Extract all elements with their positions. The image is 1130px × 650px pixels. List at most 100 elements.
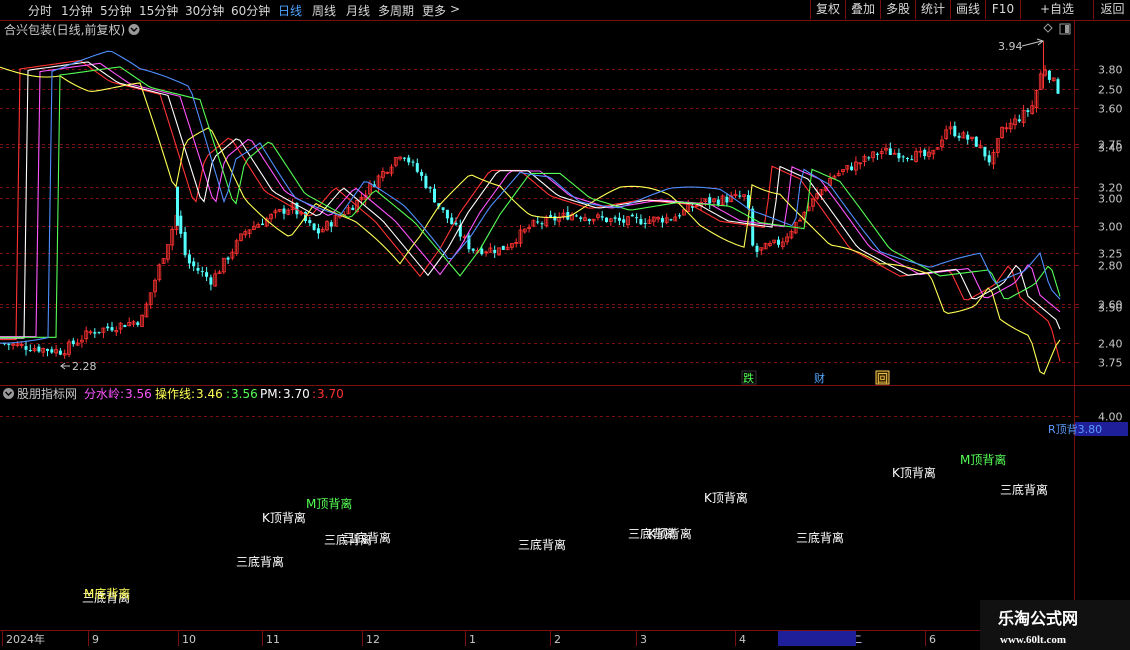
candle-body[interactable] [415,163,419,172]
candle-body[interactable] [261,223,264,226]
candle-body[interactable] [316,228,320,234]
candle-body[interactable] [605,217,608,222]
candle-body[interactable] [587,219,591,222]
indicator-line[interactable] [0,66,1061,338]
candle-body[interactable] [71,340,75,345]
candle-body[interactable] [643,222,647,224]
candle-body[interactable] [639,219,643,225]
candle-body[interactable] [58,350,62,355]
candle-body[interactable] [282,208,286,214]
indicator-lines[interactable] [0,50,1061,375]
marker-cai-text[interactable]: 财 [814,371,825,385]
candle-body[interactable] [888,148,892,155]
candle-body[interactable] [957,135,961,138]
candle-body[interactable] [424,175,428,188]
chevron-down-icon[interactable] [128,24,140,35]
candle-body[interactable] [738,195,742,197]
candle-body[interactable] [540,223,544,225]
candle-body[interactable] [901,156,905,158]
candle-body[interactable] [329,222,333,227]
candle-body[interactable] [445,209,449,219]
candle-body[interactable] [123,325,127,328]
indicator-line[interactable] [0,50,1061,344]
candle-body[interactable] [867,157,871,159]
candle-body[interactable] [1026,110,1030,112]
candle-body[interactable] [923,149,927,157]
candle-body[interactable] [312,223,316,230]
candle-body[interactable] [183,231,187,256]
candle-body[interactable] [106,326,110,329]
stock-chart[interactable]: 3.803.603.403.203.002.802.602.40 4.003.7… [0,0,1130,650]
indicator-line[interactable] [0,61,1061,339]
indicator-line[interactable] [0,59,1061,362]
candle-body[interactable] [875,153,879,155]
candle-body[interactable] [751,208,755,246]
indicator-menu-icon[interactable] [3,388,14,399]
candle-body[interactable] [93,332,97,334]
candle-body[interactable] [613,217,617,219]
candle-body[interactable] [480,248,484,255]
candle-body[interactable] [501,245,505,250]
candle-body[interactable] [441,207,445,211]
candle-body[interactable] [209,277,213,285]
candle-body[interactable] [987,155,991,163]
candle-body[interactable] [897,152,901,159]
candle-body[interactable] [351,207,355,211]
candle-body[interactable] [493,249,497,253]
indicator-line[interactable] [0,62,1061,338]
candle-body[interactable] [450,217,454,225]
candle-body[interactable] [402,157,406,159]
candle-body[interactable] [953,125,957,137]
candle-body[interactable] [892,152,897,155]
candle-body[interactable] [1056,79,1060,94]
candle-body[interactable] [97,331,101,333]
candle-body[interactable] [966,134,970,140]
candle-body[interactable] [46,348,49,351]
candle-body[interactable] [660,218,664,223]
candle-body[interactable] [37,346,41,352]
candle-body[interactable] [777,239,780,245]
candle-body[interactable] [110,327,114,331]
candle-body[interactable] [983,146,987,157]
candle-body[interactable] [1017,119,1021,122]
candle-body[interactable] [200,271,204,273]
candle-body[interactable] [176,186,179,226]
candle-body[interactable] [549,215,553,217]
candle-body[interactable] [428,187,432,189]
candle-body[interactable] [579,217,583,219]
candle-body[interactable] [407,157,411,163]
candle-body[interactable] [1047,70,1051,80]
candle-body[interactable] [725,196,729,203]
candle-body[interactable] [24,346,28,350]
candle-body[interactable] [454,222,458,225]
candle-body[interactable] [136,322,140,326]
candle-body[interactable] [50,349,54,353]
candle-body[interactable] [179,215,183,234]
candle-body[interactable] [600,216,604,218]
candle-body[interactable] [622,219,626,223]
candle-body[interactable] [630,214,634,217]
candle-body[interactable] [471,248,475,251]
indicator-line[interactable] [0,66,1061,375]
candle-body[interactable] [678,215,682,217]
candle-body[interactable] [906,158,909,160]
candle-body[interactable] [433,188,436,203]
candle-body[interactable] [755,245,759,252]
candle-body[interactable] [553,216,557,221]
candle-body[interactable] [708,197,712,204]
candle-body[interactable] [420,172,424,176]
candle-body[interactable] [574,215,578,217]
candle-body[interactable] [226,257,230,260]
candle-body[interactable] [974,136,978,147]
candle-body[interactable] [635,217,639,219]
candle-body[interactable] [187,254,191,264]
candle-body[interactable] [536,221,540,223]
candle-body[interactable] [850,166,854,171]
candle-body[interactable] [205,272,209,277]
candle-body[interactable] [308,220,312,224]
candle-body[interactable] [196,267,200,271]
candle-body[interactable] [7,343,11,345]
diamond-icon[interactable] [1043,23,1053,33]
candle-body[interactable] [28,349,32,351]
candle-body[interactable] [669,219,673,221]
